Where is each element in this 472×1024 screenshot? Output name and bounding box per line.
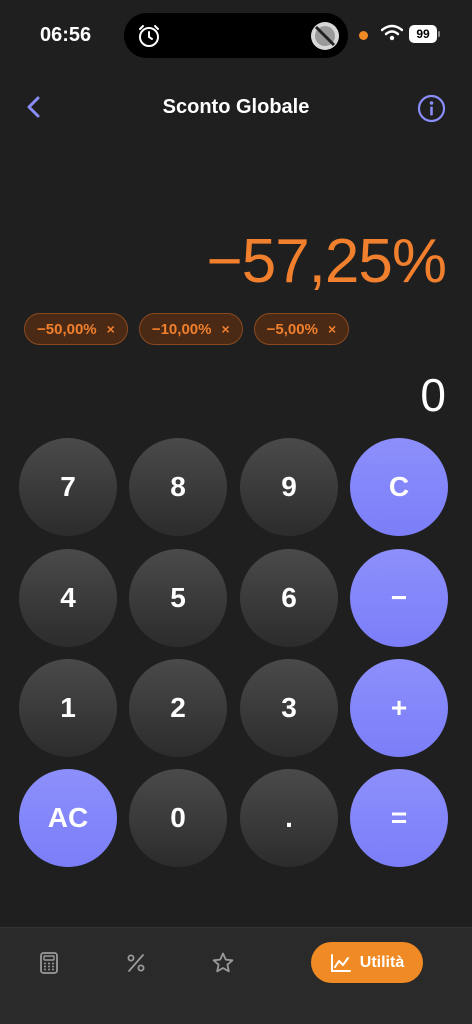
remove-chip-icon[interactable]: × bbox=[221, 321, 229, 337]
key-4[interactable]: 4 bbox=[19, 549, 117, 647]
decimal-point-button[interactable]: . bbox=[240, 769, 338, 867]
wifi-icon bbox=[381, 24, 403, 41]
calculator-icon[interactable] bbox=[37, 951, 61, 975]
star-icon[interactable] bbox=[211, 951, 235, 975]
page-title: Sconto Globale bbox=[162, 96, 310, 118]
percent-icon[interactable] bbox=[124, 951, 148, 975]
key-2[interactable]: 2 bbox=[129, 659, 227, 757]
remove-chip-icon[interactable]: × bbox=[328, 321, 336, 337]
input-display: 0 bbox=[420, 369, 446, 421]
info-icon[interactable] bbox=[417, 94, 446, 123]
dynamic-island bbox=[124, 13, 348, 58]
key-3[interactable]: 3 bbox=[240, 659, 338, 757]
key-8[interactable]: 8 bbox=[129, 438, 227, 536]
discount-chip-label: −10,00% bbox=[151, 320, 212, 338]
key-0[interactable]: 0 bbox=[129, 769, 227, 867]
discount-chips: −50,00% × −10,00% × −5,00% × bbox=[24, 313, 350, 345]
privacy-indicator-dot bbox=[359, 31, 368, 40]
minus-button[interactable]: − bbox=[350, 549, 448, 647]
clear-button[interactable]: C bbox=[350, 438, 448, 536]
status-time: 06:56 bbox=[40, 24, 92, 46]
battery-indicator: 99 bbox=[409, 25, 437, 43]
now-playing-disc-icon bbox=[311, 22, 339, 50]
chart-icon bbox=[330, 953, 351, 972]
key-5[interactable]: 5 bbox=[129, 549, 227, 647]
status-bar: 06:56 99 bbox=[0, 0, 472, 70]
remove-chip-icon[interactable]: × bbox=[107, 321, 115, 337]
key-1[interactable]: 1 bbox=[19, 659, 117, 757]
equals-button[interactable]: = bbox=[350, 769, 448, 867]
keypad: 7 8 9 C 4 5 6 − 1 2 3 + AC 0 . = bbox=[19, 438, 449, 868]
tab-utilita[interactable]: Utilità bbox=[311, 942, 423, 983]
key-9[interactable]: 9 bbox=[240, 438, 338, 536]
key-6[interactable]: 6 bbox=[240, 549, 338, 647]
result-display: −57,25% bbox=[206, 227, 447, 296]
tab-bar: Utilità bbox=[0, 927, 472, 1024]
all-clear-button[interactable]: AC bbox=[19, 769, 117, 867]
discount-chip[interactable]: −10,00% × bbox=[138, 313, 243, 345]
plus-button[interactable]: + bbox=[350, 659, 448, 757]
battery-tip bbox=[438, 31, 440, 37]
key-7[interactable]: 7 bbox=[19, 438, 117, 536]
alarm-clock-icon bbox=[139, 25, 159, 47]
discount-chip-label: −50,00% bbox=[37, 320, 97, 338]
discount-chip-label: −5,00% bbox=[266, 320, 318, 338]
discount-chip[interactable]: −5,00% × bbox=[253, 313, 350, 345]
tab-utilita-label: Utilità bbox=[359, 953, 405, 971]
discount-chip[interactable]: −50,00% × bbox=[24, 313, 128, 345]
